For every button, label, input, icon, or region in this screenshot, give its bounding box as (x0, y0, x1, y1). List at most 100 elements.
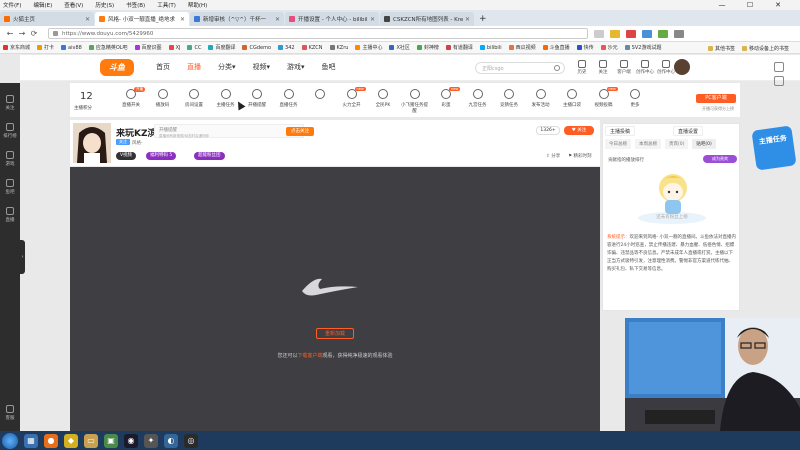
close-icon[interactable]: ✕ (465, 16, 470, 23)
avatar[interactable] (674, 59, 690, 75)
menu-history[interactable]: 历史(S) (95, 1, 114, 9)
reload-stream-button[interactable]: 重新加载 (316, 328, 354, 339)
tool-item[interactable]: new 彩蛋 (431, 87, 461, 108)
site-nav-item[interactable]: 鱼吧 (322, 62, 336, 72)
bookmark-item[interactable]: aiv88 (61, 45, 82, 51)
maximize-button[interactable]: ☐ (742, 0, 758, 10)
minimize-button[interactable]: — (714, 0, 730, 10)
url-field[interactable]: https://www.douyu.com/5429960 (48, 28, 588, 39)
bookmark-item[interactable]: 沙元 (600, 44, 618, 51)
video-player[interactable]: 重新加载 您还可以下载客户端观看，获得纯净极速的观看体验 (70, 167, 600, 431)
tab-kzcn-maps[interactable]: CSKZCN所有地图列表 - Kreedz✕ (380, 12, 474, 26)
reload-button[interactable]: ⟳ (28, 29, 40, 38)
library-icon[interactable] (642, 29, 652, 38)
gift-icon[interactable] (774, 76, 784, 86)
menu-edit[interactable]: 编辑(E) (33, 1, 52, 9)
follow-icon[interactable]: 关注 (593, 60, 613, 75)
bookmark-item[interactable]: SV2游戏试题 (624, 44, 661, 51)
bookmark-item[interactable]: X社区 (389, 44, 410, 51)
taskbar-app-icon[interactable]: ✦ (144, 433, 158, 448)
bookmark-item[interactable]: 西瓜视频 (508, 44, 536, 51)
tab-douyu-live[interactable]: 风格- 小双一靓直播_绝地求 ✕ (95, 12, 189, 26)
bookmark-item[interactable]: 百度翻译 (208, 44, 235, 51)
tool-item[interactable]: 小飞猪任务提醒 (400, 89, 430, 114)
creator-center-icon[interactable]: 创作中心 (656, 60, 676, 75)
tab-bar-posts[interactable]: 贴吧(0) (692, 139, 716, 149)
tool-item[interactable] (305, 89, 335, 102)
account-icon[interactable] (658, 29, 668, 38)
taskbar-app-icon[interactable]: ▣ (104, 433, 118, 448)
tool-item[interactable]: 全民PK (368, 89, 398, 108)
site-nav-item[interactable]: 分类▾ (218, 62, 236, 72)
sidebar-item-rank[interactable]: 排行榜 (0, 123, 20, 139)
site-nav-item[interactable]: 游戏▾ (287, 62, 305, 72)
close-icon[interactable]: ✕ (85, 16, 90, 23)
taskbar-app-icon[interactable]: ● (44, 433, 58, 448)
bookmark-item[interactable]: 快传 (576, 44, 594, 51)
subscribe-button[interactable]: ♥ 关注 (564, 126, 594, 135)
forward-button[interactable]: → (16, 29, 28, 38)
tool-item[interactable]: 播放码 (148, 89, 178, 108)
bookmark-item[interactable]: XJ (168, 45, 180, 51)
history-icon[interactable]: 历史 (572, 60, 592, 75)
extension-icon[interactable] (626, 29, 636, 38)
taskbar-app-icon[interactable]: ◎ (184, 433, 198, 448)
sidebar-collapse-handle[interactable]: › (20, 240, 25, 274)
tab-firefox-home[interactable]: 火狐主页 ✕ (0, 12, 94, 26)
anchor-task-promo[interactable]: 主播任务 (751, 125, 797, 171)
reader-icon[interactable] (594, 29, 604, 38)
tool-item[interactable]: 九宫任务 (463, 89, 493, 108)
bookmark-item[interactable]: bilibili (479, 45, 502, 51)
tool-item[interactable]: 更多 (620, 89, 650, 108)
tool-item[interactable]: 开播 直播开关 (116, 87, 146, 108)
tool-item[interactable]: new 视频投稿 (589, 87, 619, 108)
fan-club-pill[interactable]: 超能粉丝团 (194, 152, 225, 160)
bookmark-item[interactable]: 应急精英OL吧 (88, 44, 128, 51)
fan-badge-pill[interactable]: 福利特码 5 (146, 152, 177, 160)
sidebar-item-live[interactable]: 直播 (0, 207, 20, 223)
download-client-link[interactable]: 下载客户端 (297, 353, 322, 359)
search-icon[interactable] (554, 65, 560, 71)
bookmark-item[interactable]: 封神榜 (416, 44, 439, 51)
become-vip-button[interactable]: 成为贵宾 (703, 155, 737, 163)
tool-item[interactable]: 直播任务 (274, 89, 304, 108)
bookmark-folder[interactable]: 其他书签 (707, 45, 735, 52)
menu-bookmarks[interactable]: 书签(B) (126, 1, 145, 9)
tab-bilibili-settings[interactable]: 开播设置 - 个人中心 - bilibili ✕ (285, 12, 379, 26)
menu-icon[interactable] (674, 29, 684, 38)
back-button[interactable]: ← (4, 29, 16, 38)
site-nav-item[interactable]: 直播 (187, 62, 201, 72)
taskbar-app-icon[interactable]: ◉ (124, 433, 138, 448)
close-window-button[interactable]: ✕ (770, 0, 786, 10)
start-button[interactable] (2, 432, 18, 449)
sidebar-item-games[interactable]: 游戏 (0, 151, 20, 167)
taskbar-app-icon[interactable]: ▭ (84, 433, 98, 448)
pc-client-button[interactable]: PC客户端 (696, 94, 736, 103)
tool-item[interactable]: 开播提醒 (242, 89, 272, 108)
feedback-icon[interactable] (774, 62, 784, 72)
tool-item[interactable]: 房间设置 (179, 89, 209, 108)
close-icon[interactable]: ✕ (180, 16, 185, 23)
bookmark-item[interactable]: 打卡 (37, 44, 54, 51)
taskbar-app-icon[interactable]: ◐ (164, 433, 178, 448)
tab-review[interactable]: 新增审核（^▽^）千杯一 ✕ (190, 12, 284, 26)
tool-item[interactable]: 发布活动 (526, 89, 556, 108)
bookmark-item[interactable]: 京东商城 (3, 44, 30, 51)
site-nav-item[interactable]: 视频▾ (253, 62, 271, 72)
sidebar-item-service[interactable]: 客服 (0, 405, 20, 421)
bookmark-item[interactable]: 342 (278, 45, 295, 51)
bookmark-item[interactable]: 斗鱼直播 (542, 44, 570, 51)
tool-item[interactable]: 竞猜任务 (494, 89, 524, 108)
anchor-avatar[interactable] (73, 123, 111, 163)
sidebar-item-fishbar[interactable]: 鱼吧 (0, 179, 20, 195)
douyu-logo[interactable]: 斗鱼 (100, 59, 134, 76)
highlight-button[interactable]: ⚑ 精彩时刻 (568, 153, 591, 159)
tab-today-rank[interactable]: 今日总榜 (605, 139, 631, 149)
new-tab-button[interactable]: + (479, 12, 487, 26)
menu-view[interactable]: 查看(V) (64, 1, 83, 9)
anchor-upload-button[interactable]: 主播投稿 (605, 126, 636, 136)
bookmark-item[interactable]: CGdemo (242, 45, 271, 51)
taskbar-app-icon[interactable]: ◆ (64, 433, 78, 448)
client-icon[interactable]: 客户端 (614, 60, 634, 75)
bookmark-folder[interactable]: 移动设备上的书签 (741, 45, 789, 52)
